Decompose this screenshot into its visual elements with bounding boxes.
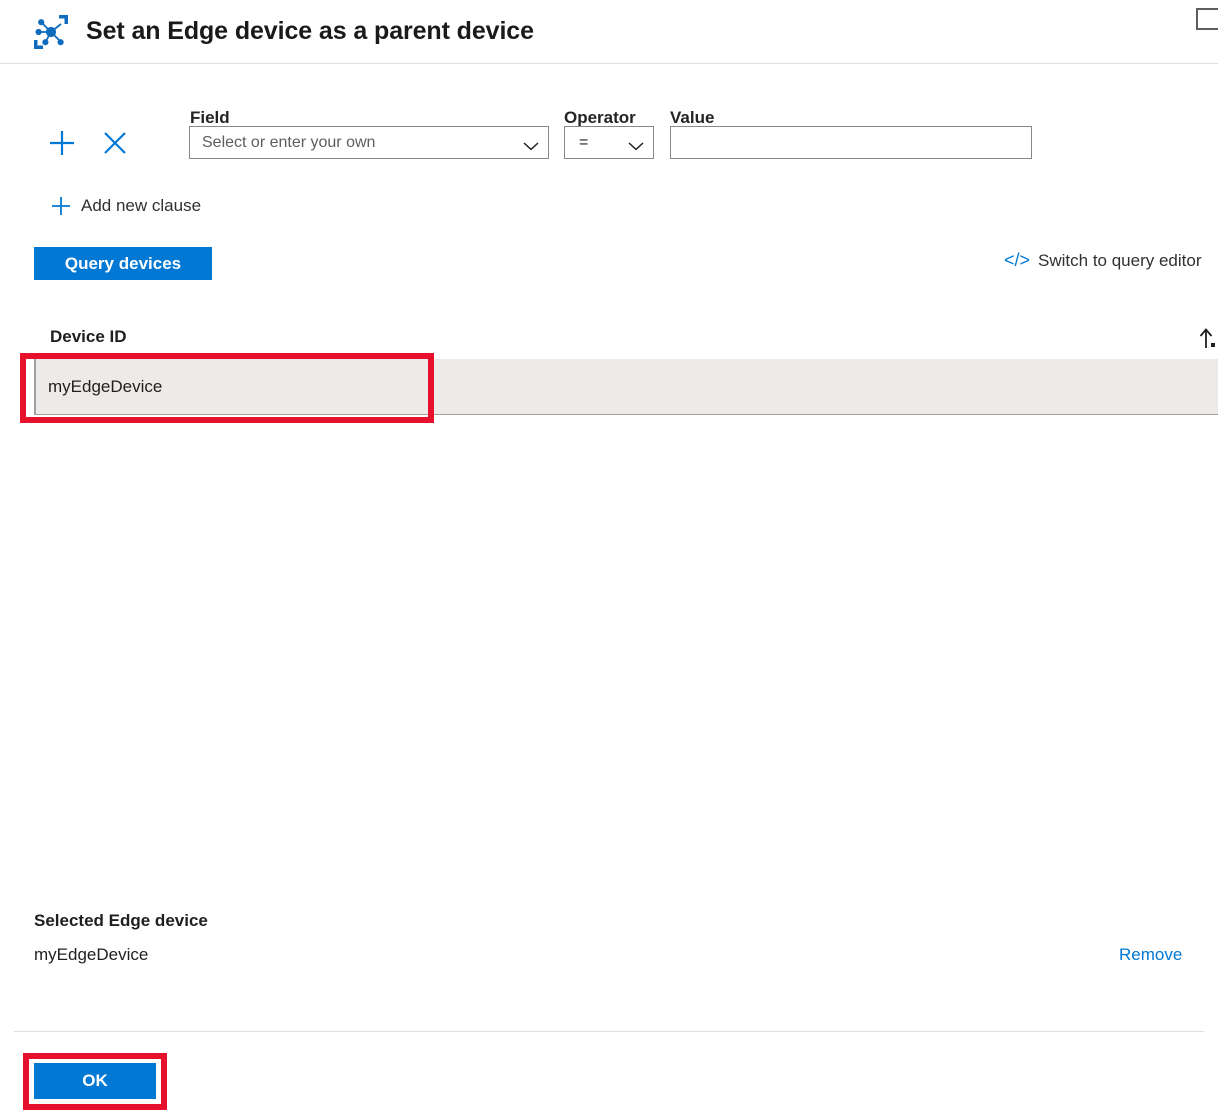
footer-divider	[14, 1031, 1204, 1032]
cell-device-id: myEdgeDevice	[48, 376, 163, 396]
chevron-down-icon	[627, 138, 645, 150]
operator-dropdown[interactable]: =	[564, 126, 654, 159]
maximize-icon[interactable]	[1196, 8, 1218, 30]
field-combobox-placeholder: Select or enter your own	[202, 133, 376, 151]
page-title: Set an Edge device as a parent device	[86, 17, 534, 45]
value-input[interactable]	[681, 126, 1031, 159]
blade-header-inner: Set an Edge device as a parent device	[0, 0, 1218, 63]
ok-button[interactable]: OK	[34, 1063, 156, 1099]
selected-edge-device-value: myEdgeDevice	[34, 945, 149, 964]
chevron-down-icon	[522, 138, 540, 150]
add-new-clause-label: Add new clause	[81, 196, 202, 215]
query-devices-button[interactable]: Query devices	[34, 247, 212, 280]
iot-edge-device-topology-icon	[30, 11, 72, 53]
column-header-device-id[interactable]: Device ID	[50, 327, 127, 347]
value-field-wrapper[interactable]	[670, 126, 1032, 159]
field-combobox[interactable]: Select or enter your own	[189, 126, 549, 159]
blade-header: Set an Edge device as a parent device	[0, 0, 1218, 64]
switch-to-query-editor-label: Switch to query editor	[1038, 250, 1202, 270]
plus-icon[interactable]	[47, 128, 77, 158]
device-table-header: Device ID	[0, 327, 1218, 354]
close-icon[interactable]	[100, 128, 130, 158]
remove-selected-device-button[interactable]: Remove	[1119, 945, 1182, 965]
sort-ascending-arrow-icon[interactable]	[1198, 327, 1216, 349]
operator-label: Operator	[564, 108, 636, 127]
add-new-clause-button[interactable]: Add new clause	[50, 195, 201, 217]
value-label: Value	[670, 108, 715, 127]
operator-value: =	[579, 133, 589, 151]
plus-icon	[50, 195, 72, 217]
table-row[interactable]: myEdgeDevice	[34, 359, 1218, 415]
switch-to-query-editor-button[interactable]: </> Switch to query editor	[1004, 250, 1202, 271]
selected-edge-device-label: Selected Edge device	[34, 911, 208, 930]
code-icon: </>	[1004, 250, 1031, 270]
field-label: Field	[190, 108, 230, 127]
